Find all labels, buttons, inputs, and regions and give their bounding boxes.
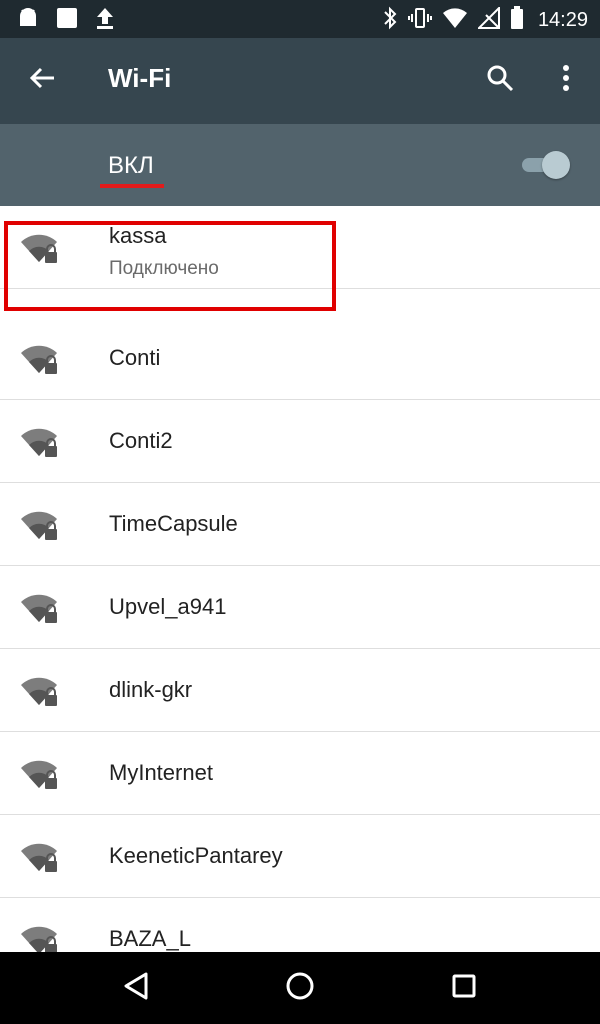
search-button[interactable] xyxy=(480,60,520,100)
arrow-back-icon xyxy=(28,64,56,97)
network-ssid: kassa xyxy=(109,223,167,248)
switch-label: ВКЛ xyxy=(108,152,154,179)
wifi-lock-icon xyxy=(20,341,60,377)
network-status: Подключено xyxy=(109,258,219,279)
status-time: 14:29 xyxy=(537,9,588,31)
wifi-toggle[interactable] xyxy=(518,150,572,180)
switch-label-underline xyxy=(100,184,164,188)
network-row[interactable]: TimeCapsule xyxy=(0,483,600,566)
nav-home-button[interactable] xyxy=(278,966,322,1010)
wifi-lock-icon xyxy=(20,590,60,626)
wifi-lock-icon xyxy=(20,230,60,266)
network-row[interactable]: Conti2 xyxy=(0,400,600,483)
network-ssid: Upvel_a941 xyxy=(109,594,227,619)
more-options-button[interactable] xyxy=(546,60,586,100)
nav-back-icon xyxy=(122,971,150,1006)
page-title: Wi-Fi xyxy=(108,63,172,93)
nav-back-button[interactable] xyxy=(114,966,158,1010)
network-row[interactable]: Upvel_a941 xyxy=(0,566,600,649)
vibrate-icon xyxy=(407,6,432,35)
network-ssid: Conti xyxy=(109,345,161,370)
network-ssid: BAZA_L xyxy=(109,926,191,951)
network-ssid: KeeneticPantarey xyxy=(109,843,283,868)
network-row[interactable]: kassa Подключено xyxy=(0,206,600,289)
status-bar: 14:29 xyxy=(0,0,600,38)
network-list: kassa Подключено Conti Conti2 TimeCapsul… xyxy=(0,206,600,952)
wifi-lock-icon xyxy=(20,424,60,460)
network-row[interactable]: Conti xyxy=(0,317,600,400)
no-signal-icon xyxy=(476,5,500,34)
search-icon xyxy=(486,64,514,97)
nav-home-icon xyxy=(285,971,315,1006)
more-vert-icon xyxy=(561,64,571,97)
image-icon xyxy=(56,7,78,34)
wifi-lock-icon xyxy=(20,756,60,792)
wifi-switch-bar[interactable]: ВКЛ xyxy=(0,124,600,206)
android-icon xyxy=(16,6,40,35)
back-button[interactable] xyxy=(22,60,62,100)
network-row[interactable]: dlink-gkr xyxy=(0,649,600,732)
wifi-lock-icon xyxy=(20,922,60,952)
network-ssid: Conti2 xyxy=(109,428,173,453)
wifi-lock-icon xyxy=(20,839,60,875)
bluetooth-icon xyxy=(382,6,398,35)
navigation-bar xyxy=(0,952,600,1024)
wifi-lock-icon xyxy=(20,507,60,543)
toggle-thumb xyxy=(542,151,570,179)
network-ssid: MyInternet xyxy=(109,760,213,785)
network-ssid: dlink-gkr xyxy=(109,677,193,702)
wifi-icon xyxy=(442,7,468,34)
network-ssid: TimeCapsule xyxy=(109,511,238,536)
upload-icon xyxy=(94,6,116,35)
network-row[interactable]: MyInternet xyxy=(0,732,600,815)
network-row[interactable]: BAZA_L xyxy=(0,898,600,952)
nav-recents-button[interactable] xyxy=(442,966,486,1010)
network-row[interactable]: KeeneticPantarey xyxy=(0,815,600,898)
app-bar: Wi-Fi xyxy=(0,38,600,124)
battery-icon xyxy=(510,6,524,35)
wifi-lock-icon xyxy=(20,673,60,709)
nav-recents-icon xyxy=(451,973,477,1004)
